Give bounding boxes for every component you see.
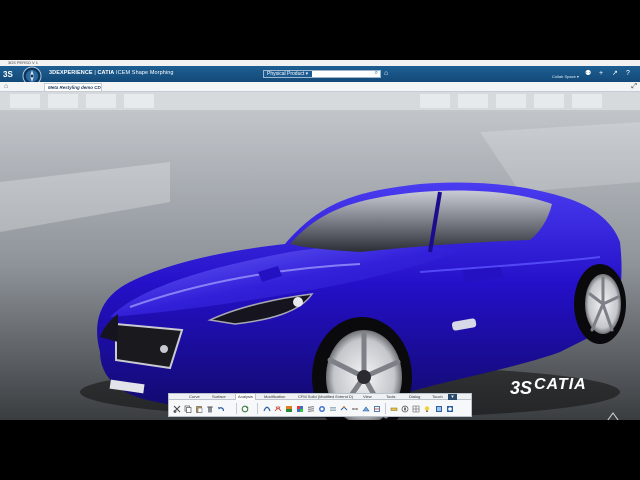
cut-icon[interactable]: [173, 405, 181, 413]
cutting-plane-icon[interactable]: [362, 405, 370, 413]
porcupine-icon[interactable]: [274, 405, 282, 413]
light-icon[interactable]: [423, 405, 431, 413]
svg-text:3S: 3S: [510, 378, 532, 398]
search-scope-dropdown[interactable]: Physical Product ▾: [264, 71, 312, 77]
isophotes-icon[interactable]: [318, 405, 326, 413]
catia-watermark: 3S CATIA: [510, 372, 610, 409]
product-name: CATIA: [97, 70, 115, 76]
3d-viewport[interactable]: 3S CATIA: [0, 92, 640, 420]
copy-icon[interactable]: [184, 405, 192, 413]
undo-icon[interactable]: [217, 405, 225, 413]
tab-meta-restyling[interactable]: Meta Restyling demo CD1: [44, 83, 102, 91]
top-bar: 3S 3DEXPERIENCE | CATIA ICEM Shape Morph…: [0, 66, 640, 86]
draft-analysis-icon[interactable]: [285, 405, 293, 413]
3ds-logo-icon[interactable]: 3S: [3, 69, 13, 79]
distance-analysis-icon[interactable]: [351, 405, 359, 413]
highlight-lines-icon[interactable]: [329, 405, 337, 413]
catia-wordmark: CATIA: [534, 376, 587, 393]
section-analysis-icon[interactable]: [373, 405, 381, 413]
home-icon[interactable]: ⌂: [4, 83, 8, 90]
paste-icon[interactable]: [195, 405, 203, 413]
svg-text:3S: 3S: [3, 70, 13, 79]
toolbar-separator: [385, 403, 386, 414]
app-title: 3DEXPERIENCE | CATIA ICEM Shape Morphing: [49, 70, 174, 76]
action-bar-tabs: Curve Surface Analysis Modification CFM …: [168, 393, 472, 401]
search-scope-label: Physical Product: [267, 71, 305, 77]
render-icon[interactable]: [446, 405, 454, 413]
surface-curvature-icon[interactable]: [296, 405, 304, 413]
share-icon[interactable]: ↗: [612, 70, 618, 78]
action-bar-tools: [168, 400, 472, 417]
help-icon[interactable]: ?: [626, 70, 630, 78]
search-input[interactable]: [313, 71, 368, 77]
toolbar-separator: [257, 403, 258, 414]
expand-icon[interactable]: ⤢: [631, 82, 637, 91]
delete-icon[interactable]: [206, 405, 214, 413]
search-box: Physical Product ▾ ⌕: [263, 70, 381, 78]
action-bar: Curve Surface Analysis Modification CFM …: [168, 393, 472, 417]
environment-icon[interactable]: [435, 405, 443, 413]
reflection-lines-icon[interactable]: [307, 405, 315, 413]
application-window: 3DS PERSO V 1 3S 3DEXPERIENCE | CATIA IC…: [0, 60, 640, 420]
mesh-icon[interactable]: [412, 405, 420, 413]
brand-name: 3DEXPERIENCE: [49, 70, 93, 76]
search-icon[interactable]: ⌕: [375, 70, 378, 77]
measure-icon[interactable]: [390, 405, 398, 413]
curvature-analysis-icon[interactable]: [263, 405, 271, 413]
tab-bar: ⌂ Meta Restyling demo CD1 ⤢: [0, 82, 640, 92]
view-cube-icon[interactable]: [603, 412, 623, 420]
user-icon[interactable]: ⚉: [585, 70, 591, 78]
app-name: ICEM Shape Morphing: [114, 70, 174, 76]
connect-checker-icon[interactable]: [340, 405, 348, 413]
scene-render: [0, 92, 640, 420]
add-icon[interactable]: +: [599, 70, 603, 78]
update-icon[interactable]: [241, 405, 249, 413]
compass-tool-icon[interactable]: [401, 405, 409, 413]
tag-icon[interactable]: ⌂: [384, 70, 388, 77]
toolbar-separator: [236, 403, 237, 414]
collab-space-selector[interactable]: Collab Space ▾: [552, 74, 579, 79]
